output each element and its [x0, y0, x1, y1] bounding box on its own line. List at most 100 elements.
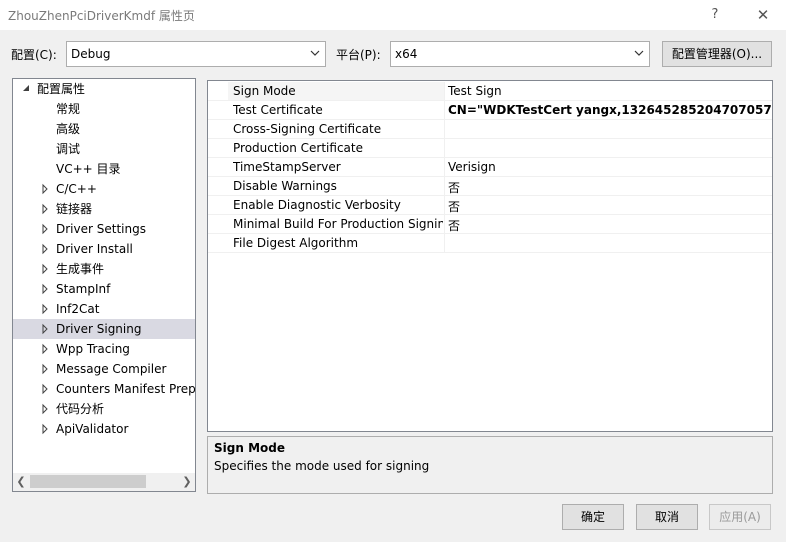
column-divider[interactable]: [444, 234, 445, 253]
column-divider[interactable]: [444, 101, 445, 120]
tree-item-label: C/C++: [56, 182, 97, 196]
platform-combo-value: x64: [395, 47, 418, 61]
tree-item-label: Driver Signing: [56, 322, 142, 336]
tree-item-label: 链接器: [56, 202, 93, 216]
property-name: Cross-Signing Certificate: [233, 122, 382, 136]
tree-item-label: 常规: [56, 102, 81, 116]
tree-collapsed-icon[interactable]: [40, 279, 50, 299]
tree-item[interactable]: Driver Settings: [13, 219, 195, 239]
close-button[interactable]: ✕: [750, 3, 776, 27]
tree-item-label: StampInf: [56, 282, 111, 296]
config-combo-value: Debug: [71, 47, 111, 61]
tree-item[interactable]: Driver Signing: [13, 319, 195, 339]
property-name: Test Certificate: [233, 103, 323, 117]
tree-item-label: 代码分析: [56, 402, 105, 416]
tree-collapsed-icon[interactable]: [40, 239, 50, 259]
description-panel: Sign Mode Specifies the mode used for si…: [207, 436, 773, 494]
title-bar: ZhouZhenPciDriverKmdf 属性页 ? ✕: [0, 0, 786, 30]
scroll-right-icon[interactable]: ❯: [179, 473, 195, 491]
tree-item[interactable]: Message Compiler: [13, 359, 195, 379]
tree-item-label: 高级: [56, 122, 81, 136]
tree-root[interactable]: 配置属性: [13, 79, 195, 99]
config-combo[interactable]: Debug: [66, 41, 326, 67]
property-value[interactable]: CN="WDKTestCert yangx,132645285204707057…: [448, 103, 772, 117]
tree-item[interactable]: Wpp Tracing: [13, 339, 195, 359]
tree-item-label: 调试: [56, 142, 81, 156]
tree-item-label: ApiValidator: [56, 422, 129, 436]
property-row[interactable]: Sign Mode Test Sign: [208, 82, 772, 101]
tree-item[interactable]: StampInf: [13, 279, 195, 299]
property-row[interactable]: Disable Warnings 否: [208, 177, 772, 196]
column-divider[interactable]: [444, 158, 445, 177]
tree-collapsed-icon[interactable]: [40, 319, 50, 339]
tree-collapsed-icon[interactable]: [40, 399, 50, 419]
tree-item[interactable]: Counters Manifest Preprocessor: [13, 379, 195, 399]
property-value[interactable]: Test Sign: [448, 84, 502, 98]
tree-item[interactable]: Inf2Cat: [13, 299, 195, 319]
tree-collapsed-icon[interactable]: [40, 179, 50, 199]
tree-horizontal-scrollbar[interactable]: ❮ ❯: [13, 473, 195, 491]
column-divider[interactable]: [444, 196, 445, 215]
property-row[interactable]: Enable Diagnostic Verbosity 否: [208, 196, 772, 215]
tree-item-label: Inf2Cat: [56, 302, 100, 316]
scroll-left-icon[interactable]: ❮: [13, 473, 29, 491]
column-divider[interactable]: [444, 177, 445, 196]
apply-button[interactable]: 应用(A): [709, 504, 771, 530]
column-divider[interactable]: [444, 215, 445, 234]
tree-item[interactable]: ApiValidator: [13, 419, 195, 439]
description-title: Sign Mode: [214, 441, 285, 455]
platform-combo[interactable]: x64: [390, 41, 650, 67]
window-title: ZhouZhenPciDriverKmdf 属性页: [8, 9, 195, 23]
tree-item[interactable]: 常规: [13, 99, 195, 119]
configuration-manager-button[interactable]: 配置管理器(O)...: [662, 41, 772, 67]
tree-collapsed-icon[interactable]: [40, 219, 50, 239]
tree-item[interactable]: 高级: [13, 119, 195, 139]
tree-collapsed-icon[interactable]: [40, 419, 50, 439]
column-divider[interactable]: [444, 120, 445, 139]
chevron-down-icon: [310, 50, 320, 56]
property-value[interactable]: 否: [448, 217, 460, 234]
tree-item-label: Driver Install: [56, 242, 133, 256]
close-icon: ✕: [756, 6, 770, 24]
tree-root-label: 配置属性: [37, 82, 86, 96]
cancel-button[interactable]: 取消: [636, 504, 698, 530]
property-name: Sign Mode: [233, 84, 296, 98]
tree-item[interactable]: 调试: [13, 139, 195, 159]
property-row[interactable]: Production Certificate: [208, 139, 772, 158]
description-text: Specifies the mode used for signing: [214, 459, 430, 473]
platform-label: 平台(P):: [336, 48, 381, 62]
tree-collapsed-icon[interactable]: [40, 339, 50, 359]
help-button[interactable]: ?: [702, 3, 728, 27]
tree-item[interactable]: C/C++: [13, 179, 195, 199]
column-divider[interactable]: [444, 139, 445, 158]
configuration-bar: 配置(C): Debug 平台(P): x64 配置管理器(O)...: [0, 41, 786, 67]
tree-collapsed-icon[interactable]: [40, 359, 50, 379]
config-label: 配置(C):: [11, 48, 57, 62]
tree-item[interactable]: VC++ 目录: [13, 159, 195, 179]
property-row[interactable]: Minimal Build For Production Signing 否: [208, 215, 772, 234]
property-value[interactable]: 否: [448, 179, 460, 196]
tree-collapsed-icon[interactable]: [40, 379, 50, 399]
help-icon: ?: [711, 7, 719, 22]
property-grid[interactable]: Sign Mode Test Sign Test Certificate CN="WD…: [207, 80, 773, 432]
tree-collapsed-icon[interactable]: [40, 199, 50, 219]
tree-item[interactable]: 代码分析: [13, 399, 195, 419]
property-row[interactable]: File Digest Algorithm: [208, 234, 772, 253]
scrollbar-thumb[interactable]: [30, 475, 146, 488]
tree-item[interactable]: 链接器: [13, 199, 195, 219]
property-tree[interactable]: 配置属性 常规高级调试 VC++ 目录 C/C++ 链接器 Driver Setting…: [12, 78, 196, 492]
tree-item-label: VC++ 目录: [56, 162, 121, 176]
property-row[interactable]: Test Certificate CN="WDKTestCert yangx,13…: [208, 101, 772, 120]
tree-expanded-icon[interactable]: [21, 79, 31, 99]
property-value[interactable]: Verisign: [448, 160, 496, 174]
tree-collapsed-icon[interactable]: [40, 259, 50, 279]
property-row[interactable]: Cross-Signing Certificate: [208, 120, 772, 139]
tree-item[interactable]: 生成事件: [13, 259, 195, 279]
tree-collapsed-icon[interactable]: [40, 299, 50, 319]
property-name: Disable Warnings: [233, 179, 337, 193]
ok-button[interactable]: 确定: [562, 504, 624, 530]
property-row[interactable]: TimeStampServer Verisign: [208, 158, 772, 177]
property-value[interactable]: 否: [448, 198, 460, 215]
column-divider[interactable]: [444, 82, 445, 101]
tree-item[interactable]: Driver Install: [13, 239, 195, 259]
